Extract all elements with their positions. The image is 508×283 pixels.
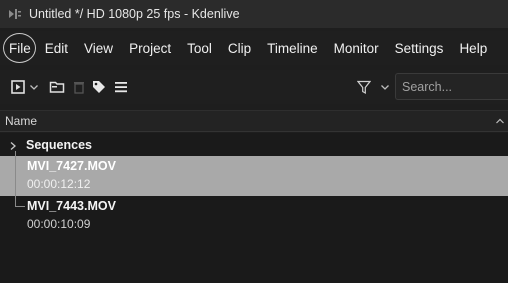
menu-settings[interactable]: Settings bbox=[387, 31, 452, 65]
tree-branch-line bbox=[15, 151, 16, 206]
column-name-header[interactable]: Name bbox=[0, 114, 37, 128]
folder-row-sequences[interactable]: Sequences bbox=[0, 135, 508, 155]
menu-help[interactable]: Help bbox=[451, 31, 495, 65]
clip-row[interactable]: MVI_7427.MOV 00:00:12:12 bbox=[0, 156, 508, 196]
menu-file[interactable]: File bbox=[3, 31, 37, 65]
menu-icon[interactable] bbox=[113, 79, 129, 95]
window-title: Untitled */ HD 1080p 25 fps - Kdenlive bbox=[29, 7, 240, 21]
bin-column-header: Name bbox=[0, 110, 508, 132]
folder-label: Sequences bbox=[26, 138, 93, 152]
tag-icon[interactable] bbox=[91, 79, 107, 95]
menu-edit[interactable]: Edit bbox=[37, 31, 76, 65]
tree-branch-line bbox=[15, 206, 25, 207]
chevron-right-icon[interactable] bbox=[9, 141, 17, 151]
menu-bar: File Edit View Project Tool Clip Timelin… bbox=[0, 31, 508, 65]
add-clip-icon[interactable] bbox=[10, 79, 26, 95]
filter-icon[interactable] bbox=[357, 79, 371, 95]
title-bar: Untitled */ HD 1080p 25 fps - Kdenlive bbox=[0, 0, 508, 28]
menu-tool[interactable]: Tool bbox=[179, 31, 220, 65]
kdenlive-icon bbox=[9, 9, 21, 19]
add-folder-icon[interactable] bbox=[49, 79, 65, 95]
clip-duration: 00:00:12:12 bbox=[27, 177, 91, 191]
search-input[interactable] bbox=[396, 79, 508, 94]
clip-duration: 00:00:10:09 bbox=[27, 217, 91, 231]
menu-clip[interactable]: Clip bbox=[220, 31, 259, 65]
delete-icon[interactable] bbox=[71, 79, 87, 95]
clip-name: MVI_7427.MOV bbox=[27, 159, 116, 173]
menu-timeline[interactable]: Timeline bbox=[259, 31, 326, 65]
menu-project[interactable]: Project bbox=[121, 31, 179, 65]
dropdown-arrow-icon[interactable] bbox=[380, 79, 390, 95]
menu-view[interactable]: View bbox=[76, 31, 121, 65]
dropdown-arrow-icon[interactable] bbox=[29, 79, 39, 95]
menu-monitor[interactable]: Monitor bbox=[326, 31, 387, 65]
highlight-circle bbox=[3, 33, 36, 63]
sort-ascending-icon[interactable] bbox=[495, 117, 505, 125]
clip-name: MVI_7443.MOV bbox=[27, 199, 116, 213]
project-bin-tree: Sequences MVI_7427.MOV 00:00:12:12 MVI_7… bbox=[0, 133, 508, 283]
search-box[interactable] bbox=[395, 73, 508, 100]
clip-row[interactable]: MVI_7443.MOV 00:00:10:09 bbox=[0, 196, 508, 236]
